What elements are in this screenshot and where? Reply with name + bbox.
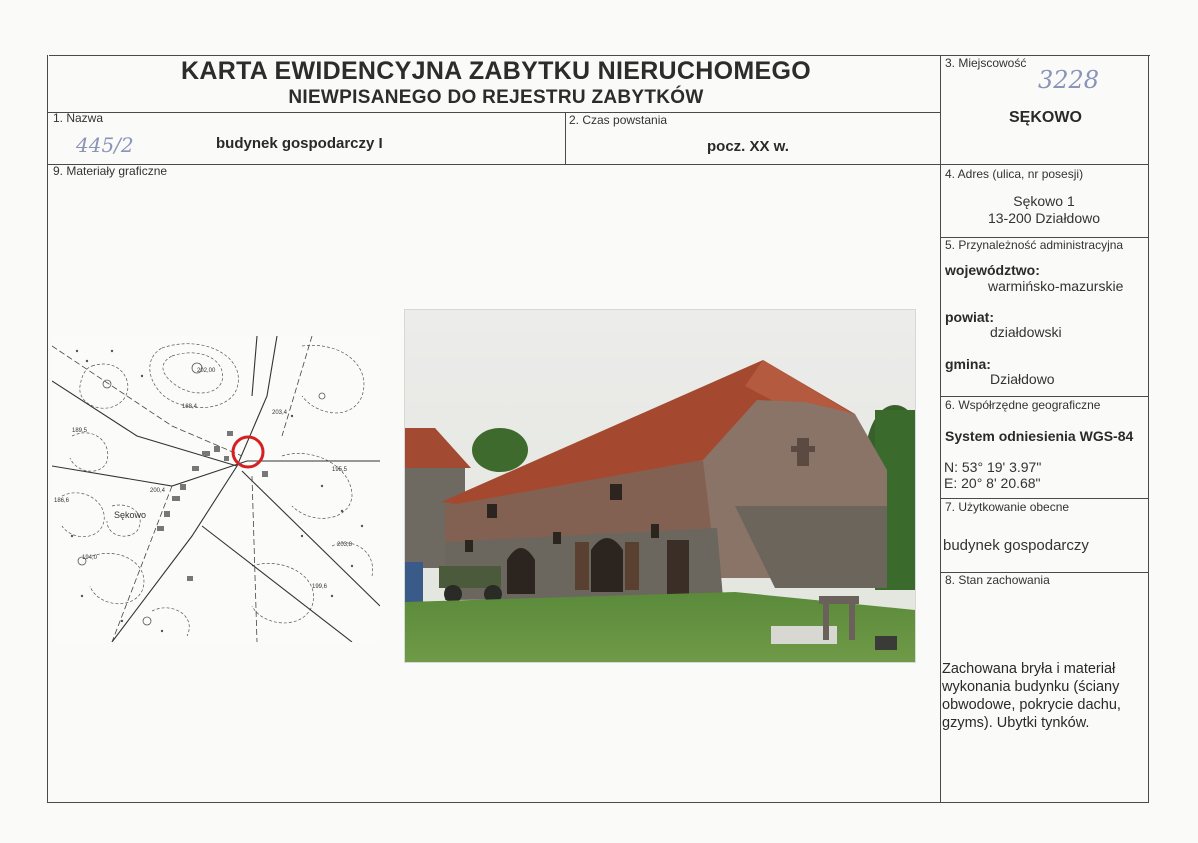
card-title: KARTA EWIDENCYJNA ZABYTKU NIERUCHOMEGO	[181, 57, 811, 85]
map-elevation-label: 202,00	[197, 368, 216, 374]
condition-value: Zachowana bryła i materiał wykonania bud…	[942, 661, 1121, 731]
county-value: działdowski	[990, 324, 1062, 340]
divider-6-7	[940, 498, 1148, 499]
coordinate-system: System odniesienia WGS-84	[945, 428, 1134, 444]
date-label: 2. Czas powstania	[569, 113, 668, 127]
photo-drawing	[405, 310, 915, 662]
divider-header-bottom	[48, 164, 1148, 165]
locality-value: SĘKOWO	[1009, 109, 1082, 126]
coordinates-label: 6. Współrzędne geograficzne	[945, 398, 1101, 412]
commune-label: gmina:	[945, 356, 991, 372]
map-place-label: Sękowo	[114, 510, 146, 520]
map-elevation-label: 186,6	[54, 498, 70, 504]
map-drawing: 202,00 203,4 189,5 186,6 195,5 200,4 194…	[52, 336, 380, 642]
divider-name-date	[565, 112, 566, 164]
divider-title	[48, 112, 940, 113]
map-elevation-label: 188,4	[182, 404, 198, 410]
usage-value: budynek gospodarczy	[943, 537, 1089, 554]
admin-label: 5. Przynależność administracyjna	[945, 238, 1124, 252]
frame-bottom	[47, 802, 1148, 803]
usage-label: 7. Użytkowanie obecne	[945, 500, 1070, 514]
frame-right	[1148, 55, 1149, 803]
name-label: 1. Nazwa	[53, 111, 104, 125]
locality-label: 3. Miejscowość	[945, 56, 1027, 70]
map-elevation-label: 194,0	[82, 555, 98, 561]
map-elevation-label: 203,4	[272, 410, 288, 416]
map-elevation-label: 189,5	[72, 428, 88, 434]
address-label: 4. Adres (ulica, nr posesji)	[945, 167, 1084, 181]
condition-label: 8. Stan zachowania	[945, 573, 1050, 587]
divider-main-right	[940, 55, 941, 803]
commune-value: Działdowo	[990, 371, 1055, 387]
coordinate-north: N: 53° 19' 3.97"	[944, 459, 1042, 475]
topographic-map: 202,00 203,4 189,5 186,6 195,5 200,4 194…	[52, 336, 380, 642]
map-elevation-label: 203,8	[337, 542, 353, 548]
date-value: pocz. XX w.	[707, 138, 789, 155]
map-elevation-label: 200,4	[150, 488, 166, 494]
voivodeship-label: województwo:	[945, 262, 1040, 278]
divider-5-6	[940, 396, 1148, 397]
handwritten-locality-number: 3228	[1038, 66, 1100, 94]
address-line1: Sękowo 1	[1013, 193, 1075, 209]
record-card: KARTA EWIDENCYJNA ZABYTKU NIERUCHOMEGO N…	[0, 0, 1198, 843]
map-elevation-label: 195,5	[332, 467, 348, 473]
address-line2: 13-200 Działdowo	[987, 210, 1101, 226]
county-label: powiat:	[945, 309, 994, 325]
card-subtitle: NIEWPISANEGO DO REJESTRU ZABYTKÓW	[288, 87, 704, 108]
frame-left	[47, 55, 48, 803]
coordinate-east: E: 20° 8' 20.68"	[944, 475, 1041, 491]
building-photo	[404, 309, 916, 663]
voivodeship-value: warmińsko-mazurskie	[988, 278, 1124, 294]
map-elevation-label: 199,6	[312, 584, 328, 590]
graphics-label: 9. Materiały graficzne	[53, 164, 168, 178]
handwritten-inventory-number: 445/2	[76, 133, 134, 157]
name-value: budynek gospodarczy I	[216, 135, 383, 152]
